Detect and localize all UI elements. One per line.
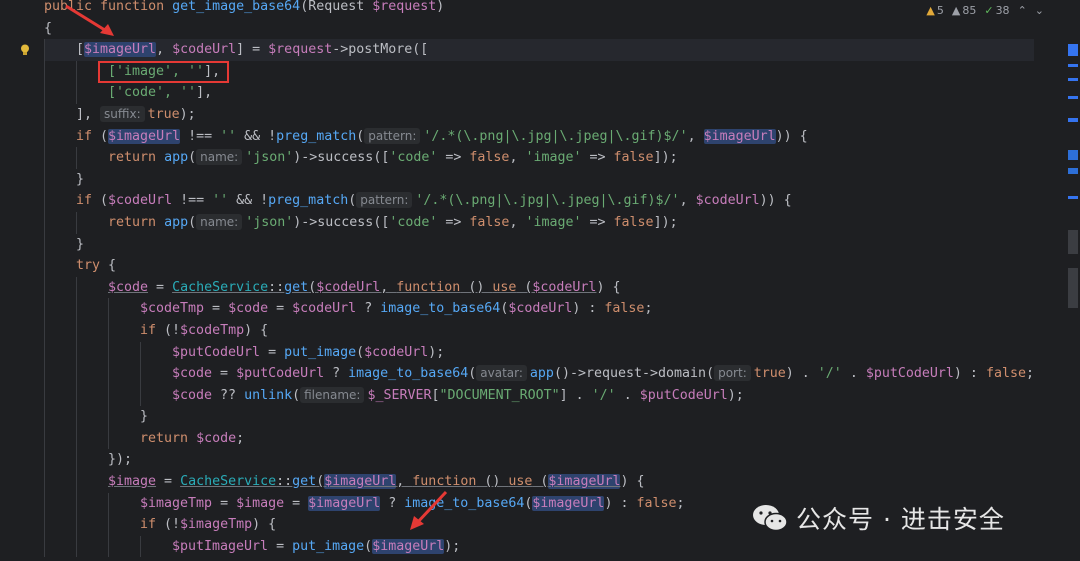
scroll-marker: [1068, 118, 1078, 122]
code-line: return $code;: [44, 427, 1034, 450]
chevron-down-icon[interactable]: ⌄: [1035, 4, 1044, 17]
code-line: $code = $putCodeUrl ? image_to_base64(av…: [44, 363, 1034, 385]
param-hint: filename:: [300, 386, 365, 403]
param-hint: name:: [196, 149, 243, 166]
code-line: });: [44, 449, 1034, 472]
param-hint: avatar:: [476, 365, 527, 382]
code-line: $codeTmp = $code = $codeUrl ? image_to_b…: [44, 298, 1034, 320]
scroll-marker: [1068, 96, 1078, 99]
code-line: ], suffix: true);: [44, 103, 1034, 126]
code-line: if ($imageUrl !== '' && !preg_match(patt…: [44, 125, 1034, 148]
param-hint: pattern:: [356, 192, 413, 209]
watermark-text: 公众号 · 进击安全: [796, 505, 1005, 534]
code-line: }: [44, 168, 1034, 191]
param-hint: pattern:: [364, 127, 421, 144]
code-area[interactable]: public function get_image_base64(Request…: [44, 0, 1034, 558]
param-hint: suffix:: [100, 105, 145, 122]
code-line: }: [44, 406, 1034, 428]
editor-scrollbar[interactable]: [1066, 0, 1080, 561]
code-line: $image = CacheService::get($imageUrl, fu…: [44, 471, 1034, 493]
code-editor[interactable]: ▲ 5 ▲ 85 ✓ 38 ⌃ ⌄ public function get_image…: [0, 0, 1080, 561]
editor-gutter[interactable]: [0, 0, 44, 561]
code-line: $putImageUrl = put_image($imageUrl);: [44, 535, 1034, 558]
watermark: 公众号 · 进击安全: [752, 500, 1005, 536]
code-line: $putCodeUrl = put_image($codeUrl);: [44, 341, 1034, 364]
red-arrow-icon: [65, 4, 114, 36]
scroll-marker: [1068, 196, 1078, 199]
code-line: if ($codeUrl !== '' && !preg_match(patte…: [44, 190, 1034, 212]
wechat-icon: [753, 505, 788, 532]
code-line-current: [$imageUrl, $codeUrl] = $request->postMo…: [44, 39, 1034, 61]
code-line: public function get_image_base64(Request…: [44, 0, 445, 14]
code-line: $code = CacheService::get($codeUrl, func…: [44, 276, 1034, 299]
lightbulb-icon[interactable]: [20, 41, 30, 60]
param-hint: name:: [196, 213, 243, 230]
scroll-marker: [1068, 268, 1078, 308]
code-line: {: [44, 20, 53, 36]
scroll-marker: [1068, 150, 1078, 160]
param-hint: port:: [714, 365, 751, 382]
code-line: return app(name:'json')->success(['code'…: [44, 147, 1034, 169]
scroll-marker: [1068, 78, 1078, 81]
scroll-marker: [1068, 168, 1078, 174]
code-line: if (!$codeTmp) {: [44, 319, 1034, 342]
code-line: ['code', ''],: [44, 82, 1034, 104]
red-arrow-icon: [410, 490, 448, 530]
scroll-thumb[interactable]: [1068, 230, 1078, 254]
code-line: $code ?? unlink(filename: $_SERVER["DOCUM…: [44, 384, 1034, 407]
scroll-marker: [1068, 64, 1078, 67]
red-highlight-box: [98, 61, 229, 83]
code-line: }: [44, 233, 1034, 256]
code-line: return app(name:'json')->success(['code'…: [44, 211, 1034, 234]
code-line: try {: [44, 255, 1034, 277]
scroll-marker: [1068, 44, 1078, 56]
